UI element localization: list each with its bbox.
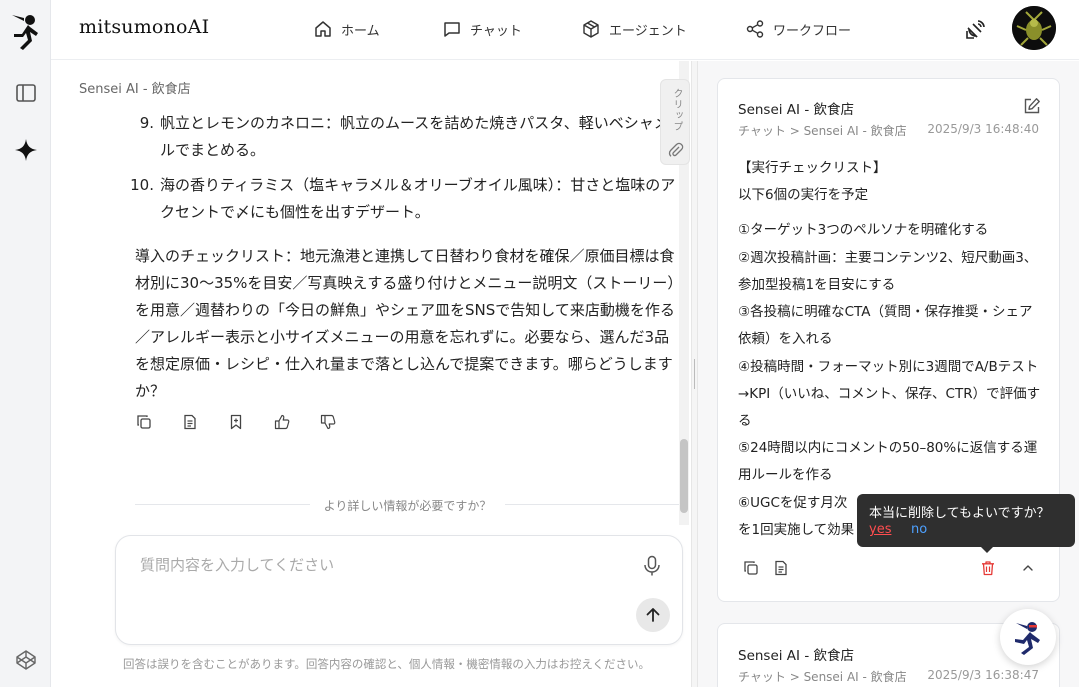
chevron-up-icon[interactable] — [1019, 559, 1037, 577]
nav-home-label: ホーム — [341, 23, 380, 39]
chat-composer — [115, 535, 683, 645]
clip-tab[interactable]: クリップ — [660, 79, 690, 165]
nav-agent[interactable]: エージェント — [581, 16, 687, 42]
list-item: 9. 帆立とレモンのカネロニ：帆立のムースを詰めた焼きパスタ、軽いベシャメルでま… — [130, 110, 680, 164]
satellite-icon[interactable] — [961, 14, 991, 44]
disclaimer-text: 回答は誤りを含むことがあります。回答内容の確認と、個人情報・機密情報の入力はお控… — [123, 657, 651, 671]
sidebar-toggle-icon[interactable] — [13, 80, 39, 106]
more-info-divider: より詳しい情報が必要ですか？ — [135, 495, 680, 515]
clip-card-actions — [742, 559, 1042, 579]
avatar-image-icon — [1012, 6, 1056, 50]
list-item: 10. 海の香りティラミス（塩キャラメル＆オリーブオイル風味）：甘さと塩味のアク… — [130, 172, 680, 226]
delete-confirm-question: 本当に削除してもよいですか？ — [869, 506, 1050, 521]
message-actions — [135, 413, 337, 431]
delete-confirm-popover: 本当に削除してもよいですか？ yes no — [857, 494, 1075, 553]
chat-area: Sensei AI - 飲食店 9. 帆立とレモンのカネロニ：帆立のムースを詰め… — [51, 61, 691, 687]
question-input[interactable] — [140, 556, 620, 574]
clip-line: ②週次投稿計画：主要コンテンツ2、短尺動画3、参加型投稿1を目安にする — [738, 250, 1038, 293]
home-icon — [315, 21, 331, 37]
chat-bubble-icon — [444, 22, 460, 37]
clip-card-title: Sensei AI - 飲食店 — [738, 102, 854, 118]
cube-icon — [583, 20, 599, 38]
copy-icon[interactable] — [135, 413, 153, 431]
chat-scrollbar-thumb[interactable] — [680, 439, 688, 513]
brand-title[interactable]: mitsumonoAI — [79, 16, 209, 38]
assistant-paragraph: 導入のチェックリスト：地元漁港と連携して日替わり食材を確保／原価目標は食材別に3… — [135, 247, 675, 400]
clip-card-breadcrumb: チャット > Sensei AI - 飲食店 — [738, 670, 907, 684]
nav-chat-label: チャット — [470, 23, 522, 39]
send-button[interactable] — [636, 598, 670, 632]
nav-workflow[interactable]: ワークフロー — [745, 16, 851, 42]
thumbs-up-icon[interactable] — [273, 413, 291, 431]
clip-line: 以下6個の実行を予定 — [738, 187, 869, 203]
list-item-text: 海の香りティラミス（塩キャラメル＆オリーブオイル風味）：甘さと塩味のアクセントで… — [160, 176, 676, 221]
nav-workflow-label: ワークフロー — [773, 23, 852, 39]
resizer-grip[interactable] — [694, 359, 695, 389]
more-info-prompt[interactable]: より詳しい情報が必要ですか？ — [135, 497, 680, 514]
ninja-mascot-icon — [1015, 622, 1040, 655]
clip-line: ④投稿時間・フォーマット別に3週間でA/Bテスト→KPI（いいね、コメント、保存… — [738, 359, 1041, 429]
left-rail — [0, 0, 51, 687]
microphone-icon[interactable] — [640, 554, 664, 578]
list-item-number: 10. — [130, 176, 154, 194]
edit-icon[interactable] — [1023, 97, 1043, 117]
avatar[interactable] — [1012, 6, 1056, 50]
thumbs-down-icon[interactable] — [319, 413, 337, 431]
nav-agent-label: エージェント — [609, 23, 687, 39]
document-icon[interactable] — [181, 413, 199, 431]
share-nodes-icon — [746, 20, 764, 38]
nav-home[interactable]: ホーム — [313, 16, 380, 42]
clip-line: ①ターゲット3つのペルソナを明確化する — [738, 222, 989, 238]
clip-line: ③各投稿に明確なCTA（質問・保存推奨・シェア依頼）を入れる — [738, 304, 1033, 347]
chat-breadcrumb: Sensei AI - 飲食店 — [79, 82, 191, 97]
list-item-text: 帆立とレモンのカネロニ：帆立のムースを詰めた焼きパスタ、軽いベシャメルでまとめる… — [160, 114, 669, 159]
copy-icon[interactable] — [742, 559, 760, 577]
confirm-no-link[interactable]: no — [911, 522, 927, 537]
codepen-icon[interactable] — [13, 647, 39, 673]
clip-panel: Sensei AI - 飲食店 チャット > Sensei AI - 飲食店 2… — [698, 61, 1079, 687]
bookmark-add-icon[interactable] — [227, 413, 245, 431]
clip-line: ⑤24時間以内にコメントの50–80%に返信する運用ルールを作る — [738, 440, 1038, 483]
clip-line: 【実行チェックリスト】 — [738, 160, 887, 176]
clip-card-breadcrumb: チャット > Sensei AI - 飲食店 — [738, 124, 907, 138]
trash-icon[interactable] — [979, 559, 997, 577]
panel-resizer[interactable] — [691, 61, 698, 687]
ninja-logo-icon[interactable] — [8, 12, 42, 52]
top-header: mitsumonoAI ホーム チャット エージェント ワークフロー — [51, 0, 1079, 60]
clip-card-title: Sensei AI - 飲食店 — [738, 648, 854, 664]
clip-card-timestamp: 2025/9/3 16:48:40 — [927, 122, 1039, 136]
list-item-number: 9. — [139, 114, 154, 132]
clip-tab-label: クリップ — [671, 88, 682, 132]
document-icon[interactable] — [772, 559, 790, 577]
popover-arrow — [981, 547, 993, 553]
confirm-yes-link[interactable]: yes — [869, 522, 891, 537]
arrow-up-icon — [646, 608, 660, 622]
clip-card-timestamp: 2025/9/3 16:38:47 — [927, 668, 1039, 682]
assistant-fab-button[interactable] — [1000, 609, 1056, 665]
nav-chat[interactable]: チャット — [442, 16, 522, 42]
paperclip-icon — [668, 142, 684, 157]
sparkle-icon[interactable] — [13, 137, 39, 163]
